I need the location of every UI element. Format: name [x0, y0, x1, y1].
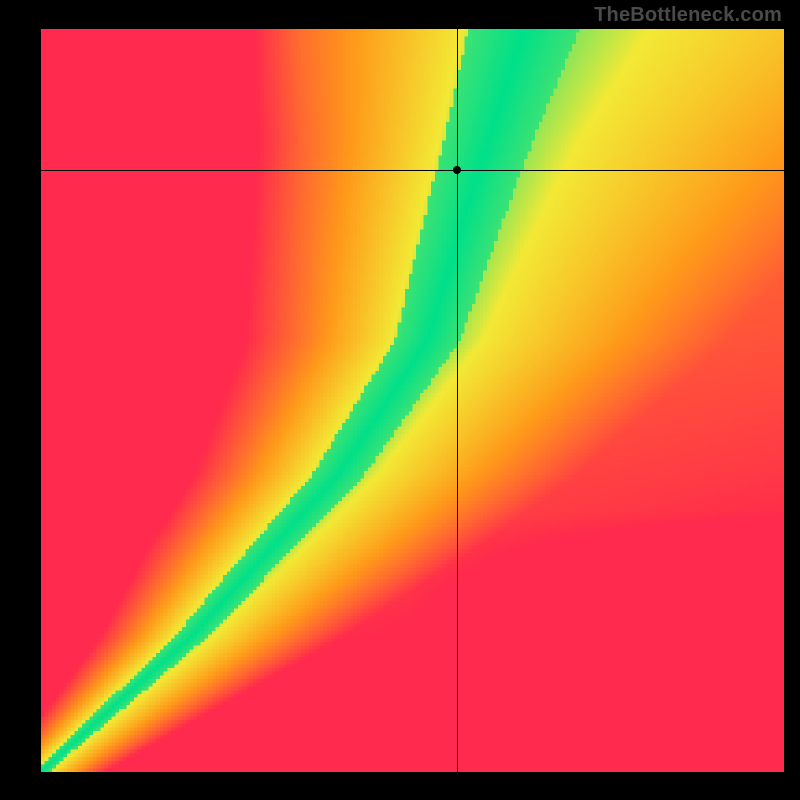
- heatmap-canvas: [41, 29, 784, 772]
- crosshair-vertical: [457, 29, 458, 772]
- crosshair-horizontal: [41, 170, 784, 171]
- watermark-label: TheBottleneck.com: [594, 4, 782, 27]
- heatmap-plot: [41, 29, 784, 772]
- chart-frame: TheBottleneck.com: [0, 0, 800, 800]
